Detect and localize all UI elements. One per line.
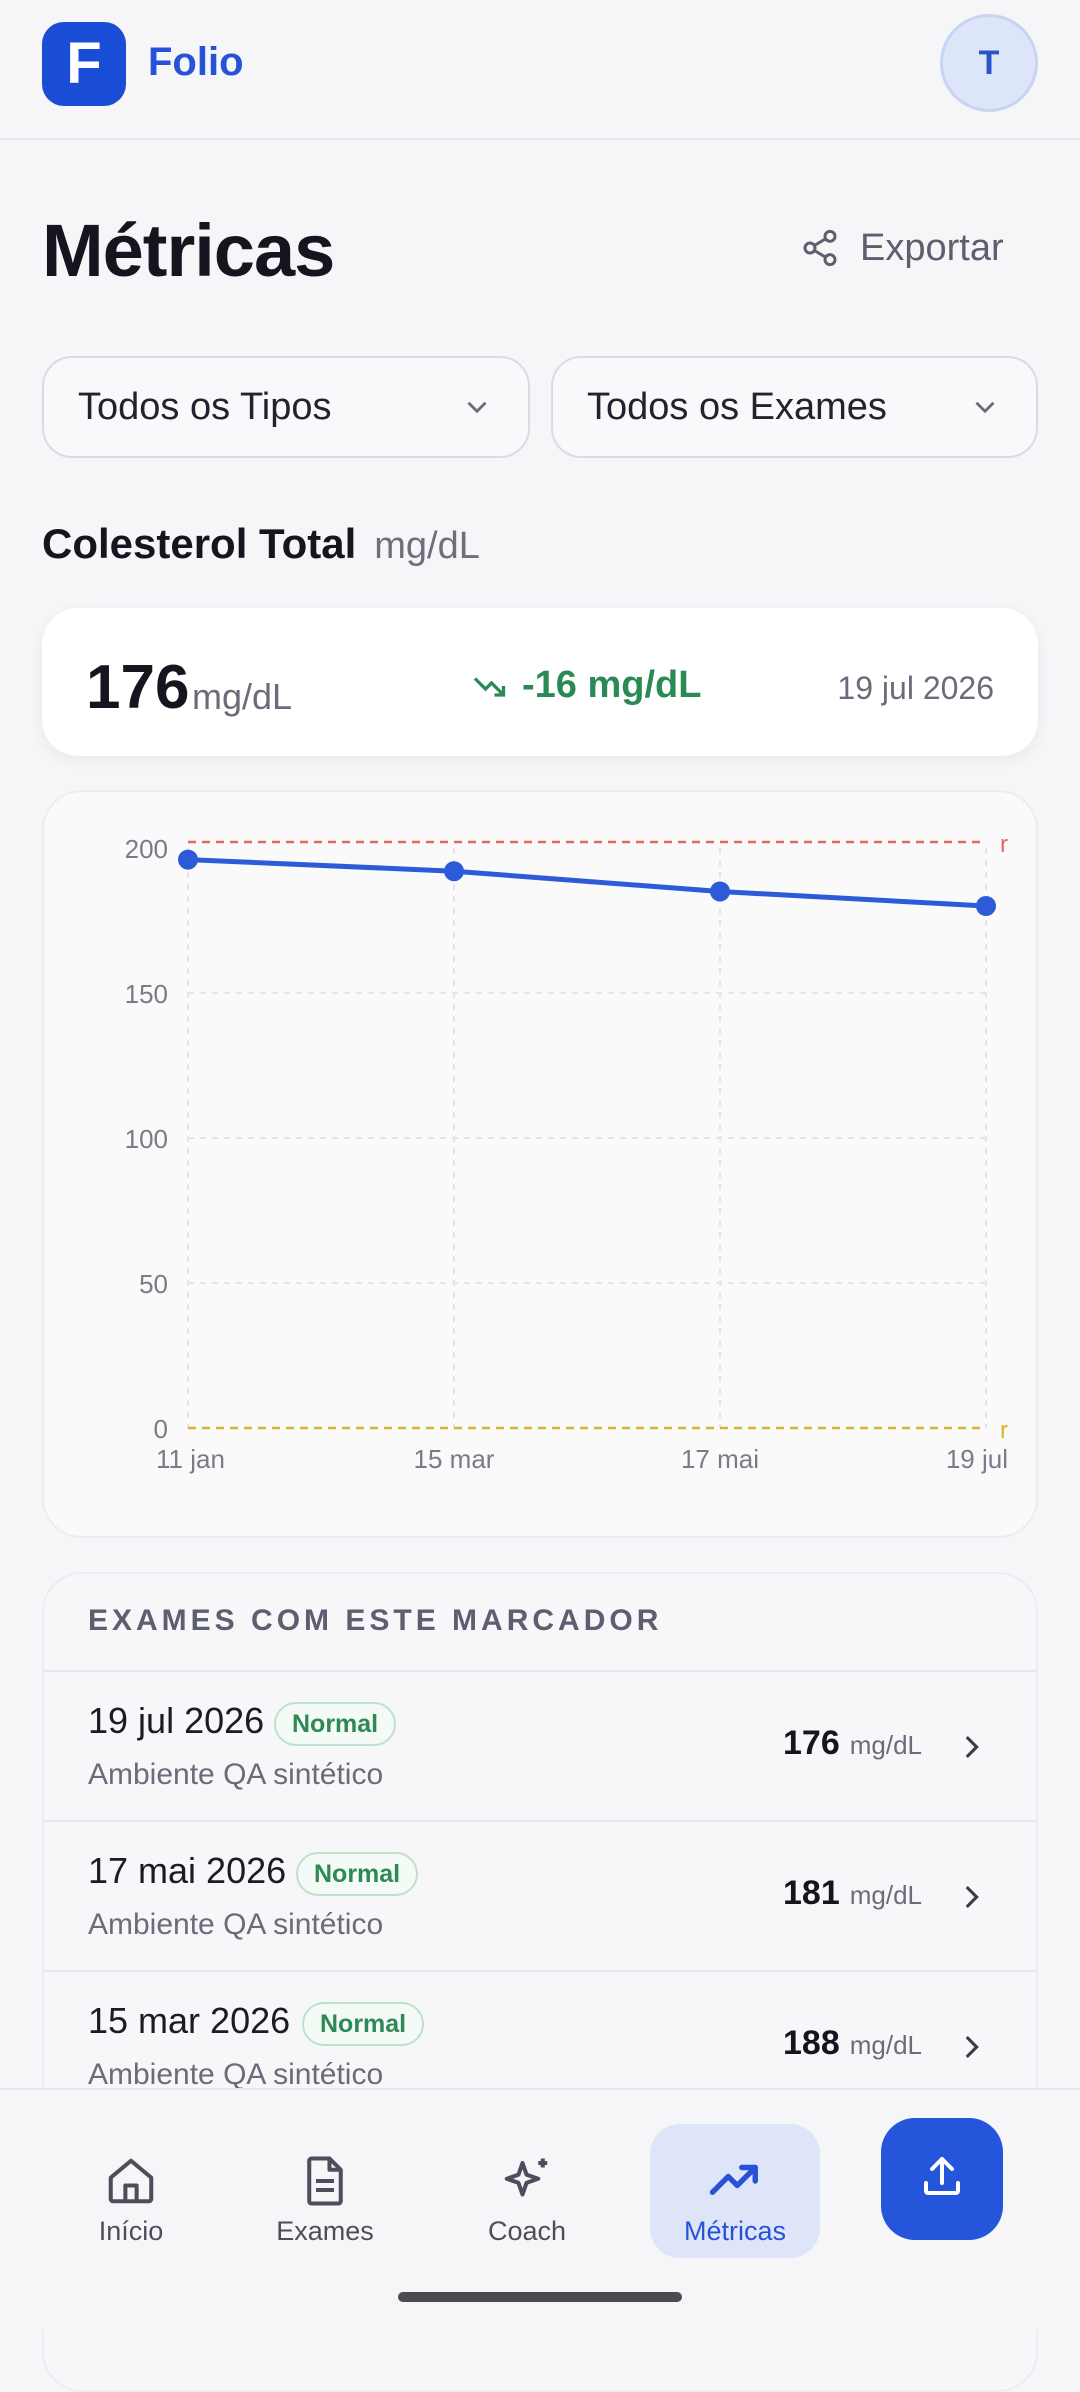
series-line [185, 857, 989, 909]
metric-summary-card: 176 mg/dL -16 mg/dL 19 jul 2026 [42, 608, 1038, 756]
chevron-right-icon [965, 1885, 979, 1909]
y-tick-label: 200 [125, 834, 168, 864]
nav-item-coach[interactable]: Coach [442, 2124, 612, 2258]
exam-value: 188 mg/dL [783, 2024, 922, 2063]
exam-row[interactable]: 19 jul 2026 Normal Ambiente QA sintético… [44, 1670, 1036, 1822]
exam-date: 19 jul 2026 [88, 1700, 265, 1741]
status-badge: Normal [296, 1852, 419, 1896]
brand-name: Folio [148, 40, 244, 84]
home-icon [108, 2158, 154, 2204]
app-logo[interactable]: F [42, 22, 126, 106]
avatar[interactable]: T [940, 14, 1038, 112]
metric-unit: mg/dL [374, 525, 480, 567]
delta-indicator: -16 mg/dL [472, 664, 701, 707]
document-icon [307, 2156, 343, 2206]
exam-source: Ambiente QA sintético [88, 2058, 384, 2091]
latest-value-unit: mg/dL [192, 676, 293, 717]
chevron-right-icon [965, 2035, 979, 2059]
type-filter-value: Todos os Tipos [78, 385, 332, 428]
data-point [976, 896, 996, 916]
nav-label-metrics: Métricas [683, 2216, 786, 2246]
exam-value: 176 mg/dL [783, 1724, 922, 1763]
x-tick-label: 17 mai [681, 1444, 759, 1474]
exam-value-unit: mg/dL [849, 1880, 922, 1910]
y-tick-label: 0 [154, 1414, 168, 1444]
status-badge: Normal [274, 1702, 397, 1746]
upload-button[interactable] [881, 2118, 1003, 2240]
exam-value-unit: mg/dL [849, 1730, 922, 1760]
chevron-down-icon [975, 401, 995, 414]
page-title: Métricas [42, 209, 335, 292]
exam-value-number: 188 [783, 2024, 840, 2062]
nav-label-exams: Exames [276, 2216, 374, 2246]
metric-chart-card: 200 150 100 50 0 11 jan 15 mar 17 mai 19 jul r r [42, 790, 1038, 1538]
export-button[interactable]: Exportar [800, 222, 1004, 274]
home-indicator [398, 2292, 682, 2302]
exam-source: Ambiente QA sintético [88, 1908, 384, 1941]
line-chart: 20015010050011 jan 15 mar 17 mai 19 julrr [125, 831, 1008, 1474]
exam-source: Ambiente QA sintético [88, 1758, 384, 1791]
nav-label-home: Início [98, 2216, 164, 2246]
metric-name: Colesterol Total [42, 520, 357, 567]
share-icon [803, 229, 837, 267]
exam-date: 15 mar 2026 [88, 2000, 291, 2041]
y-tick-label: 50 [139, 1269, 168, 1299]
exams-list-title: EXAMES COM ESTE MARCADOR [88, 1604, 663, 1637]
status-badge: Normal [302, 2002, 425, 2046]
nav-item-exams[interactable]: Exames [240, 2124, 410, 2258]
reference-line-label: r [1000, 1417, 1008, 1444]
x-tick-label: 11 jan [156, 1444, 225, 1474]
x-tick-label: 19 jul [946, 1444, 1008, 1474]
data-point [710, 881, 730, 902]
exam-row[interactable]: 17 mai 2026 Normal Ambiente QA sintético… [44, 1820, 1036, 1972]
top-bar: F Folio T [0, 0, 1080, 140]
latest-date: 19 jul 2026 [837, 670, 994, 706]
upload-icon [924, 2157, 960, 2195]
chevron-down-icon [467, 401, 487, 414]
exam-date: 17 mai 2026 [88, 1850, 287, 1891]
trending-up-icon [709, 2164, 758, 2195]
exam-filter-select[interactable]: Todos os Exames [551, 356, 1038, 458]
export-label: Exportar [860, 226, 1004, 269]
data-point [178, 849, 198, 870]
exam-value-number: 181 [783, 1874, 840, 1912]
exam-filter-value: Todos os Exames [587, 385, 887, 428]
exam-value-number: 176 [783, 1724, 840, 1762]
sparkles-icon [504, 2158, 548, 2197]
trending-down-icon [473, 676, 506, 697]
exam-value: 181 mg/dL [783, 1874, 922, 1913]
reference-line-label: r [1000, 831, 1008, 858]
nav-item-home[interactable]: Início [46, 2124, 216, 2258]
data-point [444, 861, 464, 882]
x-tick-label: 15 mar [414, 1444, 495, 1474]
delta-value: -16 mg/dL [522, 664, 702, 706]
metric-header: Colesterol Total mg/dL [42, 520, 480, 568]
nav-item-metrics[interactable]: Métricas [650, 2124, 820, 2258]
type-filter-select[interactable]: Todos os Tipos [42, 356, 530, 458]
nav-label-coach: Coach [487, 2216, 567, 2246]
latest-value: 176 [86, 653, 190, 722]
exam-value-unit: mg/dL [849, 2030, 922, 2060]
chevron-right-icon [965, 1735, 979, 1759]
y-tick-label: 100 [125, 1124, 168, 1154]
y-tick-label: 150 [125, 979, 168, 1009]
